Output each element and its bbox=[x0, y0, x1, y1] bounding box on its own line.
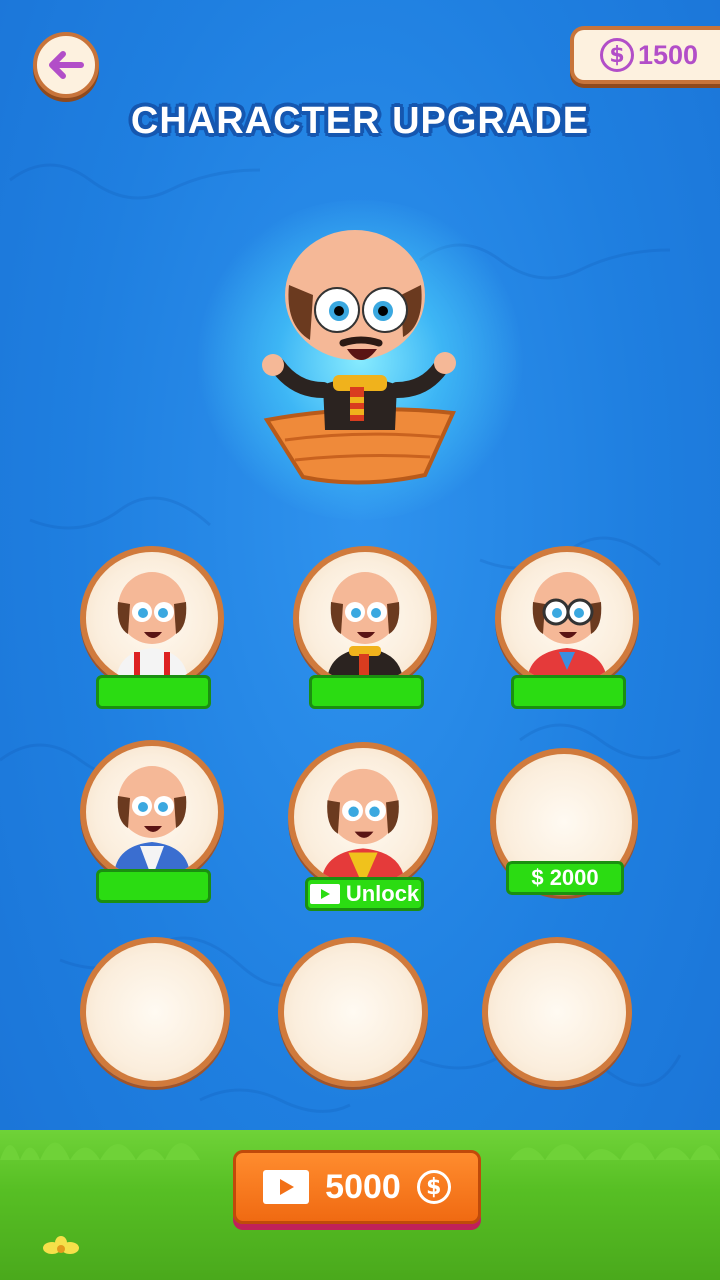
character-slot-9[interactable] bbox=[482, 937, 632, 1087]
unlock-video-button[interactable]: Unlock bbox=[305, 877, 424, 911]
reward-amount: 5000 bbox=[325, 1167, 401, 1206]
coin-balance: $ 1500 bbox=[570, 26, 720, 84]
character-portrait bbox=[321, 768, 405, 886]
character-slot-3[interactable] bbox=[495, 546, 639, 690]
arrow-left-icon bbox=[49, 51, 84, 79]
character-slot-5[interactable] bbox=[288, 742, 438, 892]
character-slot-4[interactable] bbox=[80, 740, 224, 884]
coin-icon: $ bbox=[416, 1170, 451, 1204]
buy-button-2000[interactable]: $ 2000 bbox=[506, 861, 624, 895]
video-icon bbox=[263, 1170, 310, 1204]
video-icon bbox=[309, 884, 340, 904]
watch-video-reward-button[interactable]: 5000 $ bbox=[233, 1150, 481, 1224]
coin-icon: $ bbox=[600, 38, 634, 72]
unlock-label: Unlock bbox=[345, 881, 420, 906]
character-portrait bbox=[114, 766, 190, 878]
slot-1-status bbox=[96, 675, 211, 709]
character-portrait bbox=[116, 572, 188, 684]
character-portrait bbox=[327, 572, 403, 684]
slot-4-status bbox=[96, 869, 211, 903]
character-slot-2[interactable] bbox=[293, 546, 437, 690]
slot-2-status bbox=[309, 675, 424, 709]
page-title: CHARACTER UPGRADE bbox=[130, 100, 590, 142]
character-slot-1[interactable] bbox=[80, 546, 224, 690]
coin-count: 1500 bbox=[638, 39, 699, 70]
character-slot-7[interactable] bbox=[80, 937, 230, 1087]
character-portrait bbox=[527, 572, 607, 684]
character-slot-8[interactable] bbox=[278, 937, 428, 1087]
back-button[interactable] bbox=[33, 32, 99, 98]
flower-icon bbox=[43, 1236, 79, 1254]
selected-character bbox=[262, 230, 456, 485]
slot-3-status bbox=[511, 675, 626, 709]
